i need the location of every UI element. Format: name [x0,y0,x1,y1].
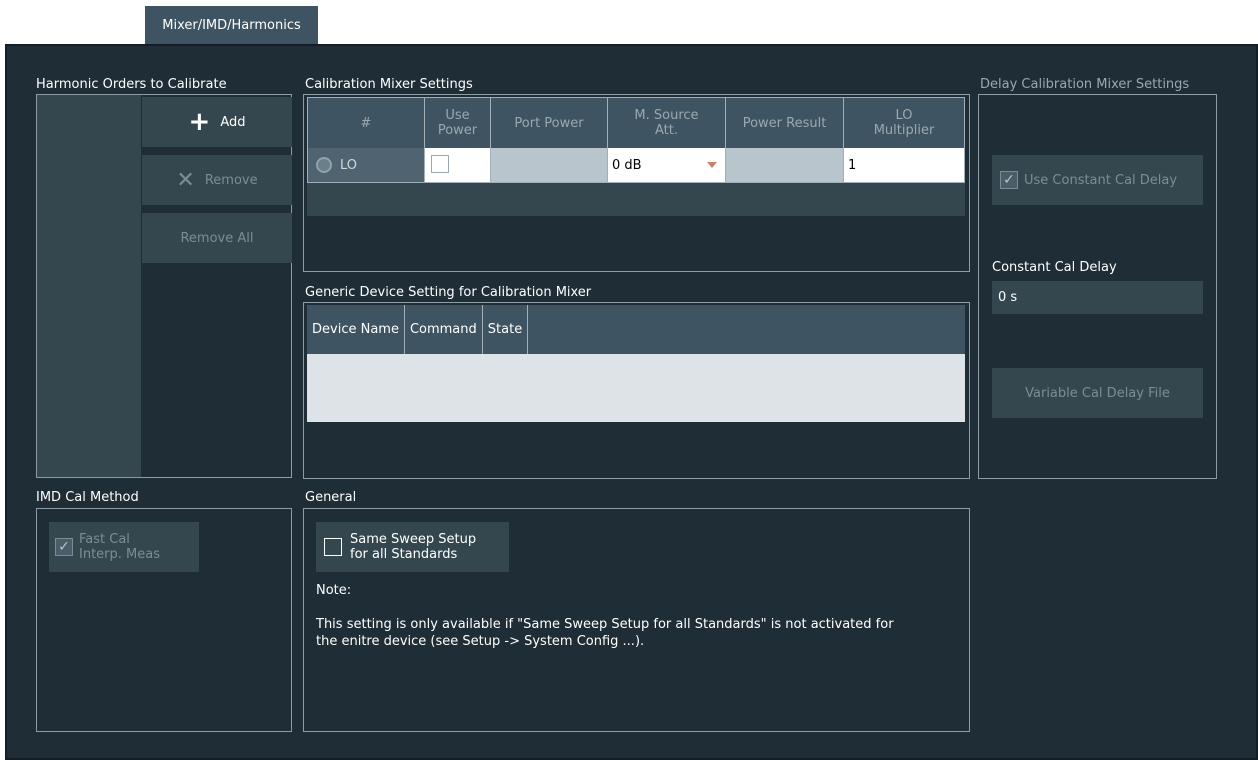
variable-cal-delay-file-label: Variable Cal Delay File [1025,385,1170,401]
cal-mixer-table: # Use Power Port Power M. Source Att. Powe… [307,97,965,216]
note-title: Note: [316,583,352,598]
fast-cal-toggle[interactable]: ✓ Fast Cal Interp. Meas [49,522,199,572]
cal-mixer-title: Calibration Mixer Settings [305,77,473,92]
note-line-2: the enitre device (see Setup -> System C… [316,634,645,649]
use-constant-cal-delay-toggle[interactable]: ✓ Use Constant Cal Delay [992,155,1203,205]
dropdown-arrow-icon [707,162,717,168]
lo-multiplier-field[interactable]: 1 [844,148,965,182]
same-sweep-label: Same Sweep Setup for all Standards [350,532,476,562]
general-title: General [305,490,357,505]
variable-cal-delay-file-button[interactable]: Variable Cal Delay File [992,368,1203,418]
imd-cal-method-title: IMD Cal Method [36,490,139,505]
close-icon: ✕ [176,167,195,193]
fast-cal-label-line-2: Interp. Meas [79,547,160,562]
fast-cal-label-line-1: Fast Cal [79,532,130,547]
harmonic-orders-title: Harmonic Orders to Calibrate [36,77,227,92]
cal-mixer-header-row: # Use Power Port Power M. Source Att. Powe… [307,97,965,148]
same-sweep-checkbox[interactable] [324,538,342,556]
generic-device-title: Generic Device Setting for Calibration M… [305,285,592,300]
use-power-checkbox[interactable] [431,155,449,173]
checkbox-checked-icon: ✓ [55,538,73,556]
add-button[interactable]: + Add [142,97,292,147]
col-header-state: State [483,305,529,354]
generic-device-table: Device Name Command State [307,305,965,422]
constant-cal-delay-label: Constant Cal Delay [992,260,1117,275]
power-result-cell [726,148,844,182]
same-sweep-setup-toggle[interactable]: Same Sweep Setup for all Standards [316,522,509,572]
col-header-m-source-att: M. Source Att. [608,98,726,148]
radio-icon [316,157,332,173]
row-lo-selector[interactable]: LO [307,148,425,182]
checkbox-checked-icon: ✓ [1000,171,1018,189]
harmonic-buttons-area [141,95,291,477]
fast-cal-label: Fast Cal Interp. Meas [79,532,160,562]
constant-cal-delay-field[interactable]: 0 s [992,281,1203,314]
generic-device-table-body[interactable] [307,354,965,422]
m-source-att-select[interactable]: 0 dB [608,148,726,182]
col-header-power-result: Power Result [726,98,844,148]
col-header-device-name: Device Name [307,305,405,354]
m-source-att-value: 0 dB [612,157,642,173]
note-line-1: This setting is only available if "Same … [316,617,894,632]
col-header-command: Command [405,305,483,354]
use-constant-cal-delay-label: Use Constant Cal Delay [1024,172,1178,188]
port-power-cell [491,148,608,182]
tab-mixer-imd-harmonics[interactable]: Mixer/IMD/Harmonics [145,6,318,44]
use-power-cell[interactable] [425,148,491,182]
remove-button[interactable]: ✕ Remove [142,155,292,205]
cal-mixer-empty-row [307,182,965,216]
same-sweep-label-line-1: Same Sweep Setup [350,532,477,547]
add-button-label: Add [220,114,246,130]
delay-cal-title: Delay Calibration Mixer Settings [980,77,1190,92]
col-header-port-power: Port Power [491,98,608,148]
same-sweep-label-line-2: for all Standards [350,547,458,562]
col-header-lo-multiplier: LO Multiplier [844,98,965,148]
remove-all-button-label: Remove All [180,230,254,246]
col-header-use-power: Use Power [425,98,491,148]
remove-all-button[interactable]: Remove All [142,213,292,263]
remove-button-label: Remove [204,172,258,188]
plus-icon: + [188,107,211,137]
table-row[interactable]: LO 0 dB 1 [307,148,965,182]
row-lo-label: LO [340,157,358,173]
col-header-number: # [307,98,425,148]
generic-device-header-row: Device Name Command State [307,305,965,354]
